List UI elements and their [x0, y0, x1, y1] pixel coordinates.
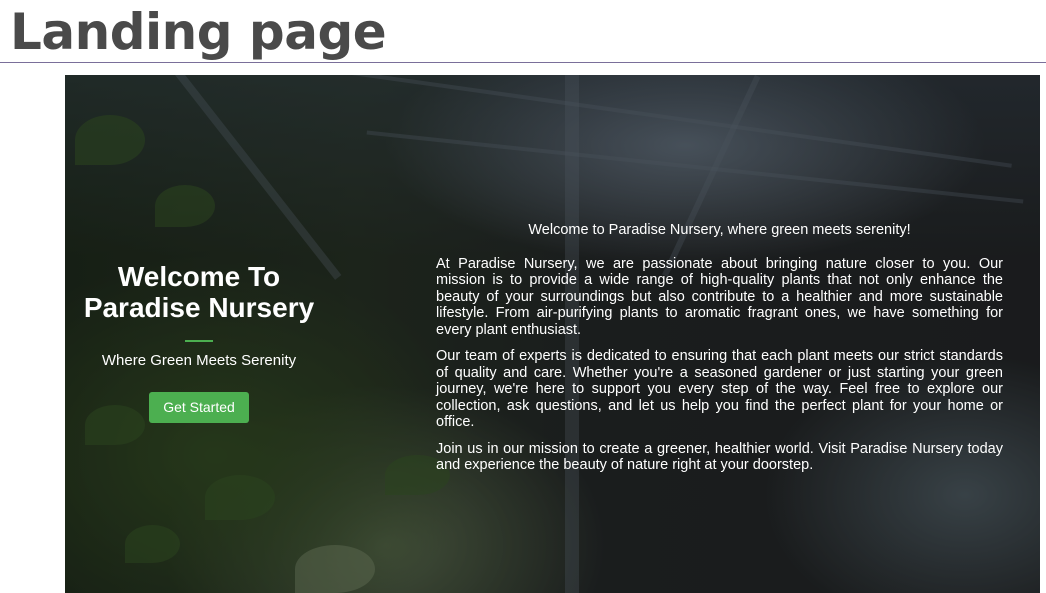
heading-divider	[185, 340, 213, 342]
about-paragraph: Join us in our mission to create a green…	[436, 440, 1003, 474]
title-divider	[0, 62, 1046, 63]
about-paragraph: At Paradise Nursery, we are passionate a…	[436, 255, 1003, 338]
slide-title: Landing page	[10, 3, 387, 61]
hero-subheading: Where Green Meets Serenity	[101, 352, 297, 369]
about-paragraph: Our team of experts is dedicated to ensu…	[436, 348, 1003, 430]
about-section: Welcome to Paradise Nursery, where green…	[436, 222, 1003, 484]
hero-heading: Welcome To Paradise Nursery	[83, 261, 315, 323]
about-intro: Welcome to Paradise Nursery, where green…	[528, 222, 911, 238]
hero-left-column: Welcome To Paradise Nursery Where Green …	[65, 261, 333, 423]
get-started-button[interactable]: Get Started	[149, 392, 249, 423]
hero-section: Welcome To Paradise Nursery Where Green …	[65, 75, 1040, 593]
